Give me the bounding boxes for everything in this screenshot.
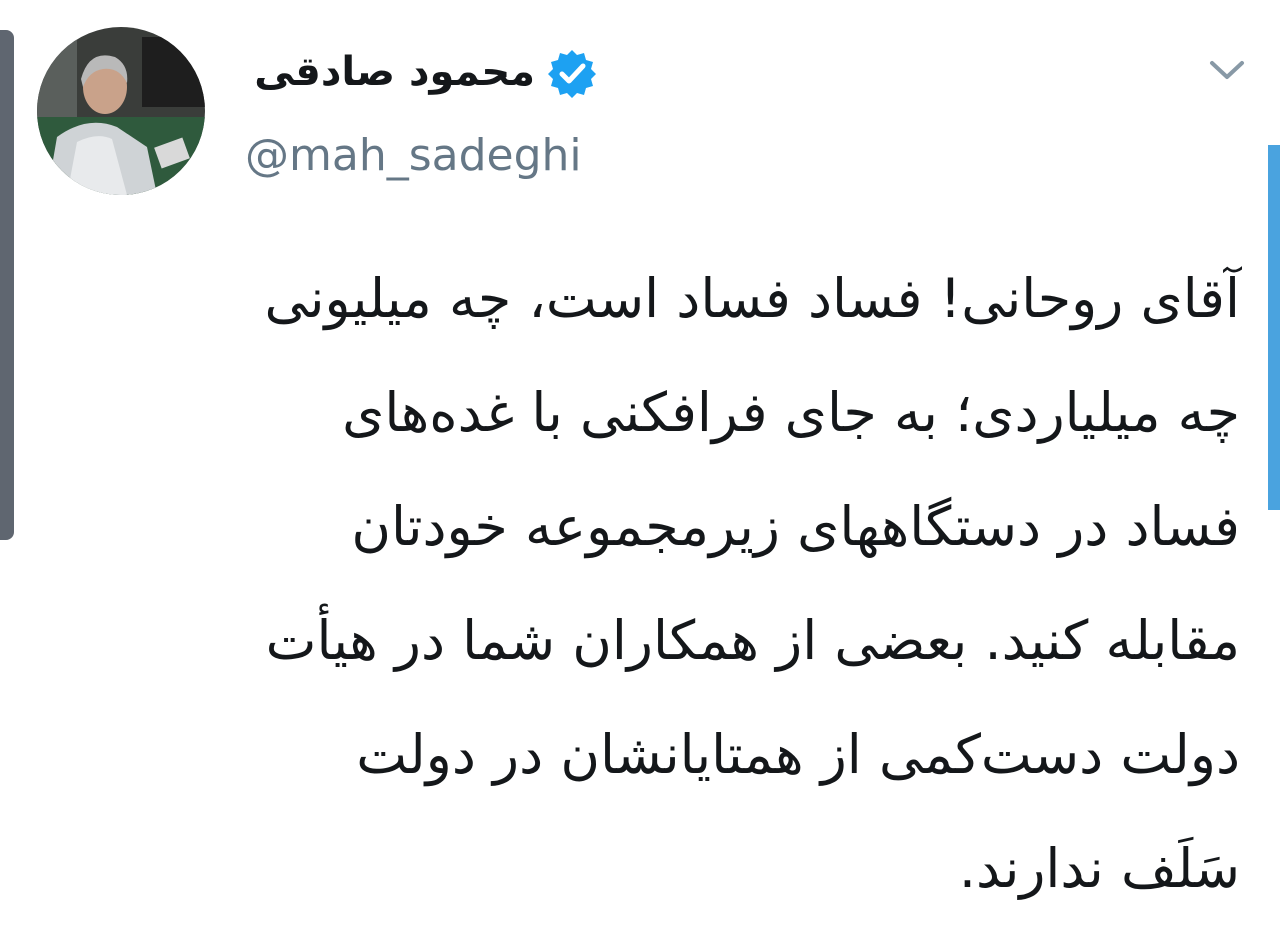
avatar[interactable] — [37, 27, 205, 195]
tweet-text: آقای روحانی! فساد فساد است، چه میلیونی چ… — [40, 242, 1240, 926]
verified-badge-icon — [548, 50, 596, 98]
display-name[interactable]: محمود صادقی — [245, 46, 535, 98]
tweet-line: مقابله کنید. بعضی از همکاران شما در هیأت — [265, 609, 1240, 672]
tweet-line: چه میلیاردی؛ به جای فرافکنی با غده‌های — [342, 381, 1240, 444]
user-handle[interactable]: @mah_sadeghi — [245, 128, 582, 184]
tweet-line: سَلَف ندارند. — [958, 837, 1240, 900]
tweet-line: دولت دست‌کمی از همتایانشان در دولت — [356, 723, 1240, 786]
tweet-card: محمود صادقی @mah_sadeghi آقای روحانی! فس… — [0, 0, 1280, 937]
tweet-line: آقای روحانی! فساد فساد است، چه میلیونی — [264, 267, 1240, 330]
right-scrollbar[interactable] — [1268, 145, 1280, 510]
avatar-photo — [37, 27, 205, 195]
left-scrollbar[interactable] — [0, 30, 14, 540]
chevron-down-icon[interactable] — [1206, 55, 1248, 85]
tweet-line: فساد در دستگاههای زیرمجموعه خودتان — [351, 495, 1240, 558]
